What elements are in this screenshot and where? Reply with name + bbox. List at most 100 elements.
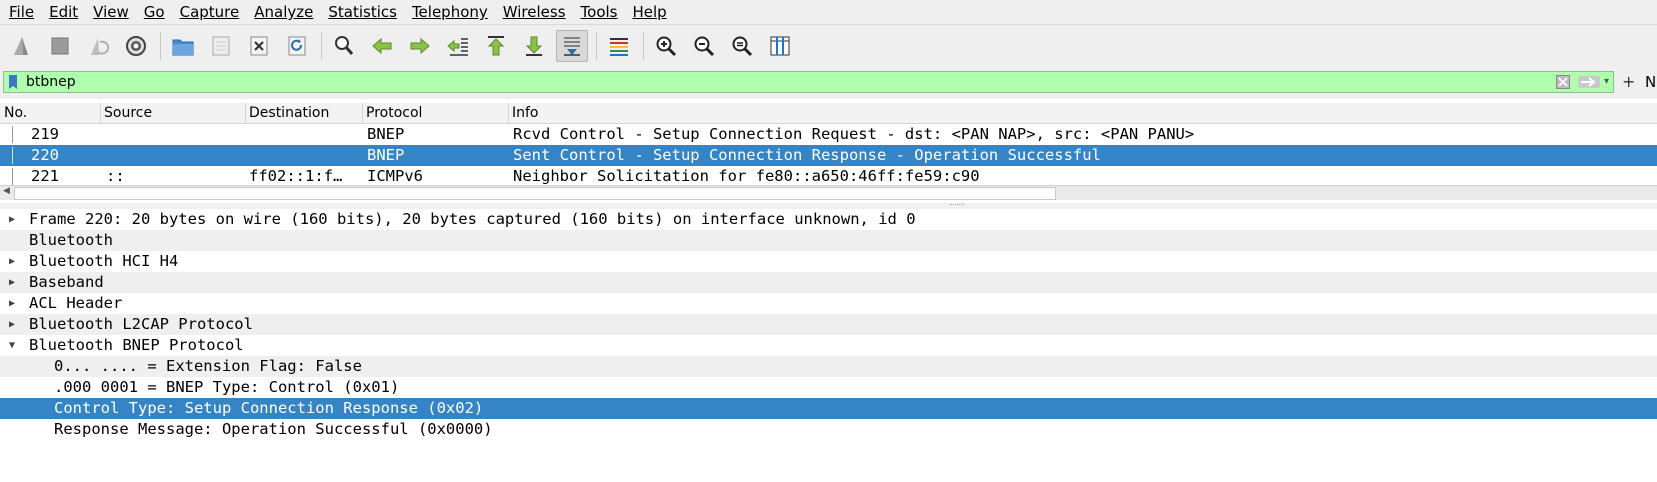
packet-info: Rcvd Control - Setup Connection Request … — [513, 125, 1195, 143]
tree-item-label: .000 0001 = BNEP Type: Control (0x01) — [54, 378, 400, 396]
tree-item-bnep[interactable]: ▼ Bluetooth BNEP Protocol — [0, 335, 1657, 356]
zoom-out-button[interactable] — [688, 30, 720, 62]
first-packet-button[interactable] — [480, 30, 512, 62]
display-filter-field: ▾ — [3, 71, 1614, 93]
zoom-reset-icon — [732, 36, 753, 57]
zoom-reset-button[interactable] — [726, 30, 758, 62]
start-capture-button[interactable] — [6, 30, 38, 62]
tree-item-label: Frame 220: 20 bytes on wire (160 bits), … — [29, 210, 916, 228]
packet-source: :: — [106, 167, 125, 185]
tree-item-response-message[interactable]: Response Message: Operation Successful (… — [0, 419, 1657, 440]
last-packet-icon — [525, 36, 543, 56]
tree-item-label: ACL Header — [29, 294, 123, 312]
bookmark-icon[interactable] — [8, 75, 18, 89]
zoom-in-icon — [656, 36, 677, 57]
stop-capture-button[interactable] — [44, 30, 76, 62]
packet-row-selected[interactable]: 220 BNEP Sent Control - Setup Connection… — [0, 145, 1657, 166]
tree-item-label: Bluetooth L2CAP Protocol — [29, 315, 253, 333]
expand-arrow-icon[interactable]: ▶ — [9, 209, 15, 230]
packet-row[interactable]: 219 BNEP Rcvd Control - Setup Connection… — [0, 124, 1657, 145]
menu-tools-label: Tools — [580, 3, 618, 21]
tree-item-label: Control Type: Setup Connection Response … — [54, 399, 484, 417]
go-forward-button[interactable] — [404, 30, 436, 62]
tree-item-l2cap[interactable]: ▶ Bluetooth L2CAP Protocol — [0, 314, 1657, 335]
menu-capture[interactable]: Capture — [171, 1, 246, 23]
menu-help[interactable]: Help — [623, 1, 672, 23]
toolbar-separator — [321, 32, 322, 60]
save-file-button[interactable] — [205, 30, 237, 62]
expand-arrow-icon[interactable]: ▶ — [9, 314, 15, 335]
packet-info: Neighbor Solicitation for fe80::a650:46f… — [513, 167, 980, 185]
resize-columns-icon — [770, 36, 790, 56]
packet-list: No. Source Destination Protocol Info 219… — [0, 103, 1657, 205]
toolbar-separator — [596, 32, 597, 60]
stop-icon — [51, 37, 69, 55]
menu-go[interactable]: Go — [135, 1, 171, 23]
colorize-icon — [610, 38, 628, 56]
packet-list-horizontal-scrollbar[interactable]: ◀ — [0, 185, 1657, 200]
toolbar-separator — [643, 32, 644, 60]
menu-wireless[interactable]: Wireless — [494, 1, 572, 23]
add-filter-button[interactable]: + — [1622, 72, 1635, 91]
filter-history-dropdown-icon[interactable]: ▾ — [1604, 74, 1614, 90]
tree-item-label: Bluetooth — [29, 231, 113, 249]
apply-filter-icon[interactable] — [1578, 76, 1600, 88]
restart-icon — [91, 38, 110, 55]
column-header-source[interactable]: Source — [104, 104, 152, 122]
tree-item-bluetooth[interactable]: Bluetooth — [0, 230, 1657, 251]
clear-filter-icon[interactable] — [1556, 75, 1570, 89]
zoom-in-button[interactable] — [650, 30, 682, 62]
tree-item-hci-h4[interactable]: ▶ Bluetooth HCI H4 — [0, 251, 1657, 272]
column-header-info[interactable]: Info — [512, 104, 539, 122]
open-file-button[interactable] — [167, 30, 199, 62]
resize-columns-button[interactable] — [764, 30, 796, 62]
expand-arrow-icon[interactable]: ▶ — [9, 293, 15, 314]
autoscroll-button[interactable] — [556, 30, 588, 62]
menu-bar: File Edit View Go Capture Analyze Statis… — [0, 0, 1657, 25]
reload-file-button[interactable] — [281, 30, 313, 62]
last-packet-button[interactable] — [518, 30, 550, 62]
reload-icon — [288, 36, 306, 56]
tree-item-baseband[interactable]: ▶ Baseband — [0, 272, 1657, 293]
scrollbar-thumb[interactable] — [14, 187, 1056, 200]
find-packet-button[interactable] — [328, 30, 360, 62]
expand-arrow-icon[interactable]: ▶ — [9, 272, 15, 293]
expand-arrow-icon[interactable]: ▶ — [9, 251, 15, 272]
collapse-arrow-icon[interactable]: ▼ — [9, 335, 15, 356]
packet-list-header: No. Source Destination Protocol Info — [0, 103, 1657, 124]
menu-file[interactable]: File — [0, 1, 40, 23]
display-filter-input[interactable] — [26, 72, 1546, 92]
column-header-no[interactable]: No. — [4, 104, 27, 122]
packet-no: 221 — [31, 167, 59, 185]
restart-capture-button[interactable] — [82, 30, 114, 62]
menu-telephony[interactable]: Telephony — [403, 1, 494, 23]
menu-edit-label: Edit — [49, 3, 79, 21]
back-arrow-icon — [372, 37, 392, 55]
tree-item-label: 0... .... = Extension Flag: False — [54, 357, 362, 375]
colorize-button[interactable] — [603, 30, 635, 62]
menu-tools[interactable]: Tools — [572, 1, 624, 23]
go-to-packet-icon — [447, 38, 468, 56]
go-to-packet-button[interactable] — [442, 30, 474, 62]
menu-analyze[interactable]: Analyze — [245, 1, 319, 23]
scroll-left-icon[interactable]: ◀ — [3, 186, 10, 196]
column-header-protocol[interactable]: Protocol — [366, 104, 422, 122]
menu-view[interactable]: View — [84, 1, 135, 23]
tree-item-bnep-type[interactable]: .000 0001 = BNEP Type: Control (0x01) — [0, 377, 1657, 398]
capture-options-button[interactable] — [120, 30, 152, 62]
autoscroll-icon — [564, 37, 580, 56]
tree-item-extension-flag[interactable]: 0... .... = Extension Flag: False — [0, 356, 1657, 377]
packet-info: Sent Control - Setup Connection Response… — [513, 146, 1101, 164]
go-back-button[interactable] — [366, 30, 398, 62]
shark-fin-icon — [14, 37, 28, 55]
close-file-button[interactable] — [243, 30, 275, 62]
tree-item-acl-header[interactable]: ▶ ACL Header — [0, 293, 1657, 314]
column-header-destination[interactable]: Destination — [249, 104, 329, 122]
tree-item-frame[interactable]: ▶ Frame 220: 20 bytes on wire (160 bits)… — [0, 209, 1657, 230]
menu-statistics[interactable]: Statistics — [319, 1, 403, 23]
packet-row[interactable]: 221 :: ff02::1:f… ICMPv6 Neighbor Solici… — [0, 166, 1657, 187]
tree-item-control-type-selected[interactable]: Control Type: Setup Connection Response … — [0, 398, 1657, 419]
packet-protocol: ICMPv6 — [367, 167, 423, 185]
packet-protocol: BNEP — [367, 146, 405, 164]
menu-edit[interactable]: Edit — [40, 1, 84, 23]
